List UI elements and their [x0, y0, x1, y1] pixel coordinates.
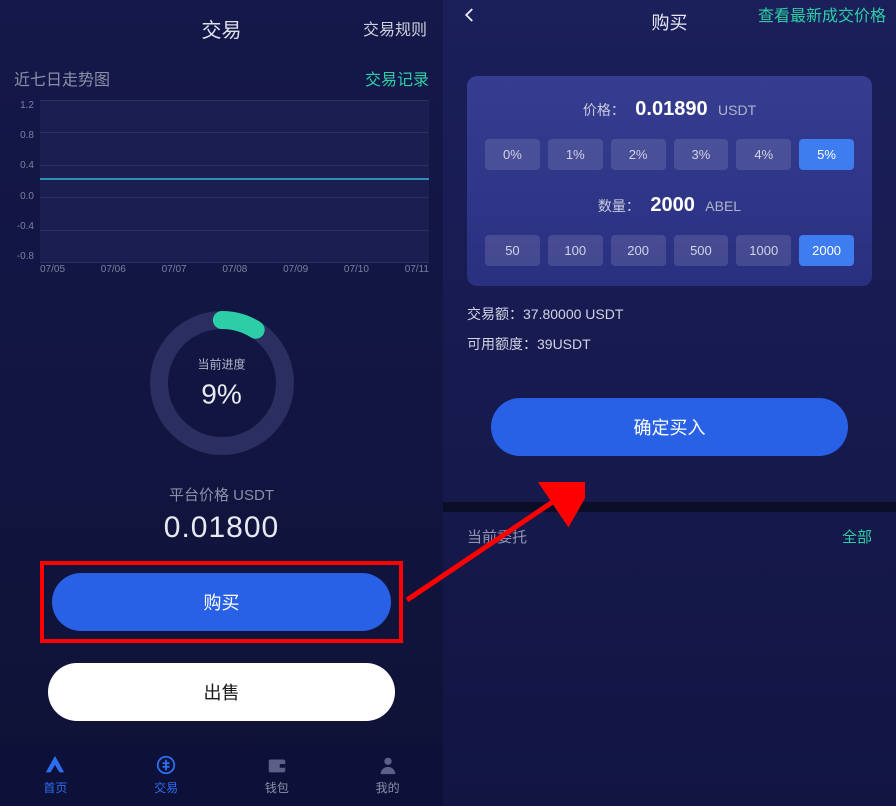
amount-value: 37.80000 USDT — [523, 306, 623, 322]
tab-bar: 首页 交易 钱包 我的 — [0, 744, 443, 806]
qty-pill[interactable]: 200 — [611, 235, 666, 266]
qty-unit: ABEL — [705, 198, 741, 214]
buy-screen: 购买 查看最新成交价格 价格： 0.01890 USDT 0% 1% 2% 3%… — [443, 0, 896, 806]
latest-price-link[interactable]: 查看最新成交价格 — [758, 2, 886, 26]
trade-rules-link[interactable]: 交易规则 — [363, 16, 427, 40]
percent-options: 0% 1% 2% 3% 4% 5% — [485, 139, 854, 170]
y-tick: 0.0 — [10, 191, 34, 202]
y-tick: -0.4 — [10, 221, 34, 232]
progress-donut: 当前进度 9% — [0, 308, 443, 458]
trade-screen: 交易 交易规则 近七日走势图 交易记录 1.2 0.8 0.4 0.0 -0.4… — [0, 0, 443, 806]
qty-label: 数量： — [598, 198, 640, 214]
x-tick: 07/07 — [162, 264, 187, 280]
x-tick: 07/08 — [222, 264, 247, 280]
order-card: 价格： 0.01890 USDT 0% 1% 2% 3% 4% 5% 数量： 2… — [467, 76, 872, 286]
x-tick: 07/05 — [40, 264, 65, 280]
tab-home[interactable]: 首页 — [0, 744, 111, 806]
percent-pill[interactable]: 1% — [548, 139, 603, 170]
buy-button[interactable]: 购买 — [52, 573, 391, 631]
y-tick: -0.8 — [10, 251, 34, 262]
x-tick: 07/11 — [405, 264, 429, 280]
price-label: 平台价格 USDT — [0, 484, 443, 505]
trade-amount: 交易额：37.80000 USDT — [467, 304, 872, 324]
tab-wallet[interactable]: 钱包 — [222, 744, 333, 806]
qty-pill-selected[interactable]: 2000 — [799, 235, 854, 266]
confirm-buy-button[interactable]: 确定买入 — [491, 398, 848, 456]
platform-price: 平台价格 USDT 0.01800 — [0, 484, 443, 545]
qty-pill[interactable]: 1000 — [736, 235, 791, 266]
price-value: 0.01800 — [0, 511, 443, 545]
tab-mine[interactable]: 我的 — [332, 744, 443, 806]
orders-header: 当前委托 全部 — [443, 512, 896, 561]
trend-title: 近七日走势图 — [14, 66, 110, 90]
price-value: 0.01890 — [635, 98, 707, 120]
buy-title: 购买 — [652, 9, 688, 35]
wallet-icon — [266, 754, 288, 776]
annotation-highlight: 购买 — [40, 561, 403, 643]
trend-header: 近七日走势图 交易记录 — [0, 56, 443, 96]
section-divider — [443, 502, 896, 512]
y-tick: 0.8 — [10, 130, 34, 141]
qty-value: 2000 — [650, 194, 695, 216]
progress-label: 当前进度 — [197, 356, 245, 373]
x-tick: 07/10 — [344, 264, 369, 280]
percent-pill[interactable]: 0% — [485, 139, 540, 170]
price-label: 价格： — [583, 102, 625, 118]
page-title: 交易 — [202, 14, 242, 43]
price-unit: USDT — [718, 102, 756, 118]
trend-chart: 1.2 0.8 0.4 0.0 -0.4 -0.8 07/05 07/06 07… — [10, 100, 433, 280]
right-header: 购买 查看最新成交价格 — [443, 0, 896, 48]
sell-button[interactable]: 出售 — [48, 663, 395, 721]
y-tick: 1.2 — [10, 100, 34, 111]
avail-value: 39USDT — [537, 336, 591, 352]
available-balance: 可用额度：39USDT — [467, 334, 872, 354]
tab-trade[interactable]: 交易 — [111, 744, 222, 806]
progress-percent: 9% — [197, 379, 245, 411]
qty-row: 数量： 2000 ABEL — [481, 194, 858, 217]
person-icon — [377, 754, 399, 776]
tab-label: 钱包 — [265, 779, 289, 796]
chart-grid — [40, 100, 429, 262]
current-orders-label: 当前委托 — [467, 526, 527, 547]
tab-label: 我的 — [376, 779, 400, 796]
x-tick: 07/09 — [283, 264, 308, 280]
left-header: 交易 交易规则 — [0, 0, 443, 56]
tab-label: 首页 — [43, 779, 67, 796]
qty-pill[interactable]: 100 — [548, 235, 603, 266]
price-row: 价格： 0.01890 USDT — [481, 98, 858, 121]
percent-pill-selected[interactable]: 5% — [799, 139, 854, 170]
percent-pill[interactable]: 4% — [736, 139, 791, 170]
chart-x-axis: 07/05 07/06 07/07 07/08 07/09 07/10 07/1… — [40, 264, 429, 280]
qty-pill[interactable]: 50 — [485, 235, 540, 266]
trade-icon — [155, 754, 177, 776]
x-tick: 07/06 — [101, 264, 126, 280]
percent-pill[interactable]: 2% — [611, 139, 666, 170]
home-icon — [44, 754, 66, 776]
qty-options: 50 100 200 500 1000 2000 — [485, 235, 854, 266]
back-icon[interactable] — [461, 6, 479, 29]
trade-log-link[interactable]: 交易记录 — [365, 66, 429, 90]
tab-label: 交易 — [154, 779, 178, 796]
percent-pill[interactable]: 3% — [674, 139, 729, 170]
all-orders-link[interactable]: 全部 — [842, 526, 872, 547]
amount-label: 交易额： — [467, 306, 523, 322]
y-tick: 0.4 — [10, 160, 34, 171]
chart-series-line — [40, 178, 429, 180]
chart-y-axis: 1.2 0.8 0.4 0.0 -0.4 -0.8 — [10, 100, 38, 262]
qty-pill[interactable]: 500 — [674, 235, 729, 266]
avail-label: 可用额度： — [467, 336, 537, 352]
